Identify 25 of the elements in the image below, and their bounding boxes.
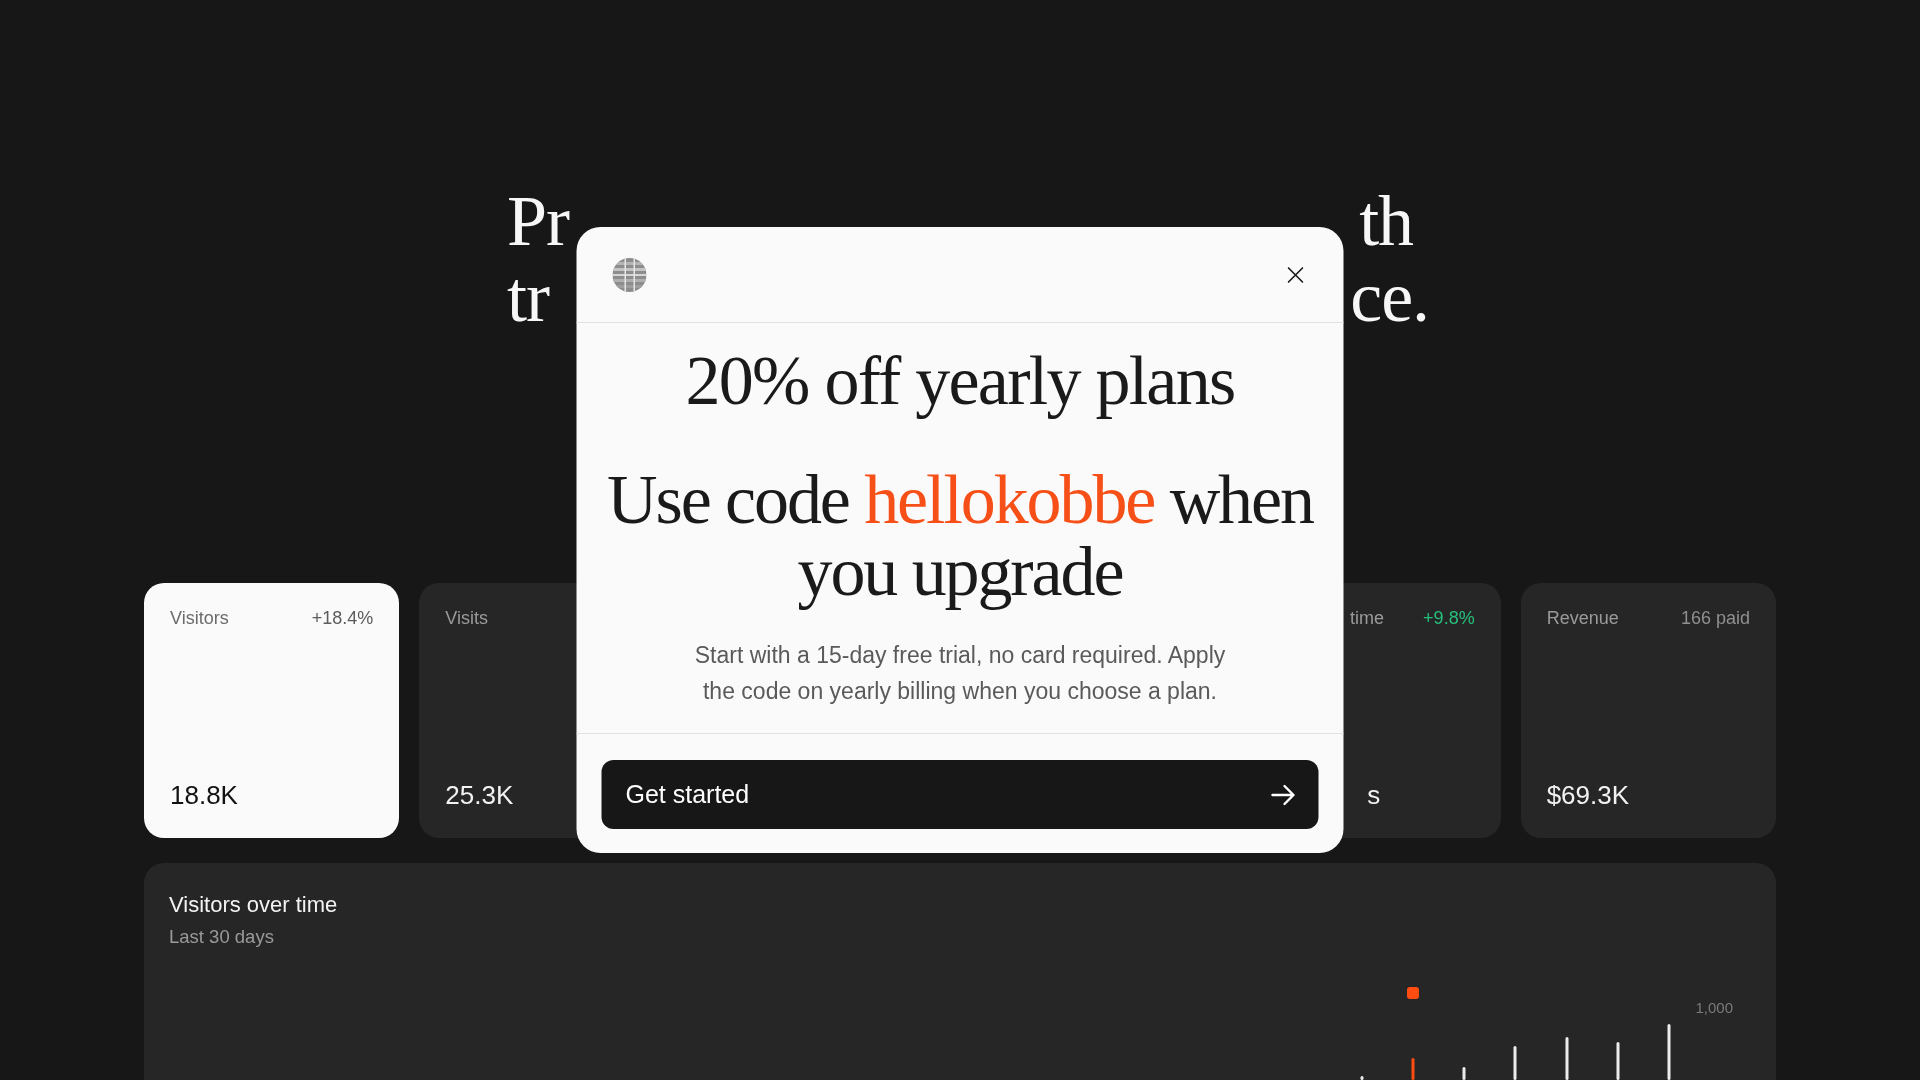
metric-change: +18.4%: [311, 607, 374, 629]
arrow-right-icon: [1270, 783, 1297, 806]
hero-headline-fragment: tr: [507, 259, 549, 335]
metric-label: Visits: [445, 607, 488, 629]
get-started-button[interactable]: Get started: [601, 760, 1319, 829]
metric-change: +9.8%: [1423, 607, 1475, 629]
metric-label: Revenue: [1546, 607, 1619, 629]
metric-label: Visitors: [170, 607, 229, 629]
metric-value: s: [1367, 779, 1381, 811]
axis-label: 1,000: [1695, 999, 1733, 1017]
metric-card[interactable]: Visitors +18.4% 18.8K: [144, 583, 400, 838]
hero-headline-fragment: Pr: [507, 183, 569, 259]
chart-subtitle: Last 30 days: [169, 925, 274, 949]
metric-label: time: [1350, 607, 1385, 629]
dialog-description: Start with a 15-day free trial, no card required. Apply the code on yearly billing when you choose a plan.: [693, 641, 1227, 706]
close-icon: [1287, 266, 1304, 283]
chart-title: Visitors over time: [169, 893, 338, 917]
dialog-title: 20% off yearly plans: [684, 342, 1236, 419]
hero-headline-fragment: ce.: [1350, 259, 1429, 335]
metric-value: 18.8K: [170, 779, 238, 811]
metric-value: 25.3K: [445, 779, 514, 811]
metric-card[interactable]: Revenue 166 paid $69.3K: [1520, 583, 1776, 838]
metric-change: 166 paid: [1680, 607, 1750, 629]
metric-value: $69.3K: [1546, 779, 1630, 811]
hero-headline-fragment: th: [1359, 183, 1413, 259]
